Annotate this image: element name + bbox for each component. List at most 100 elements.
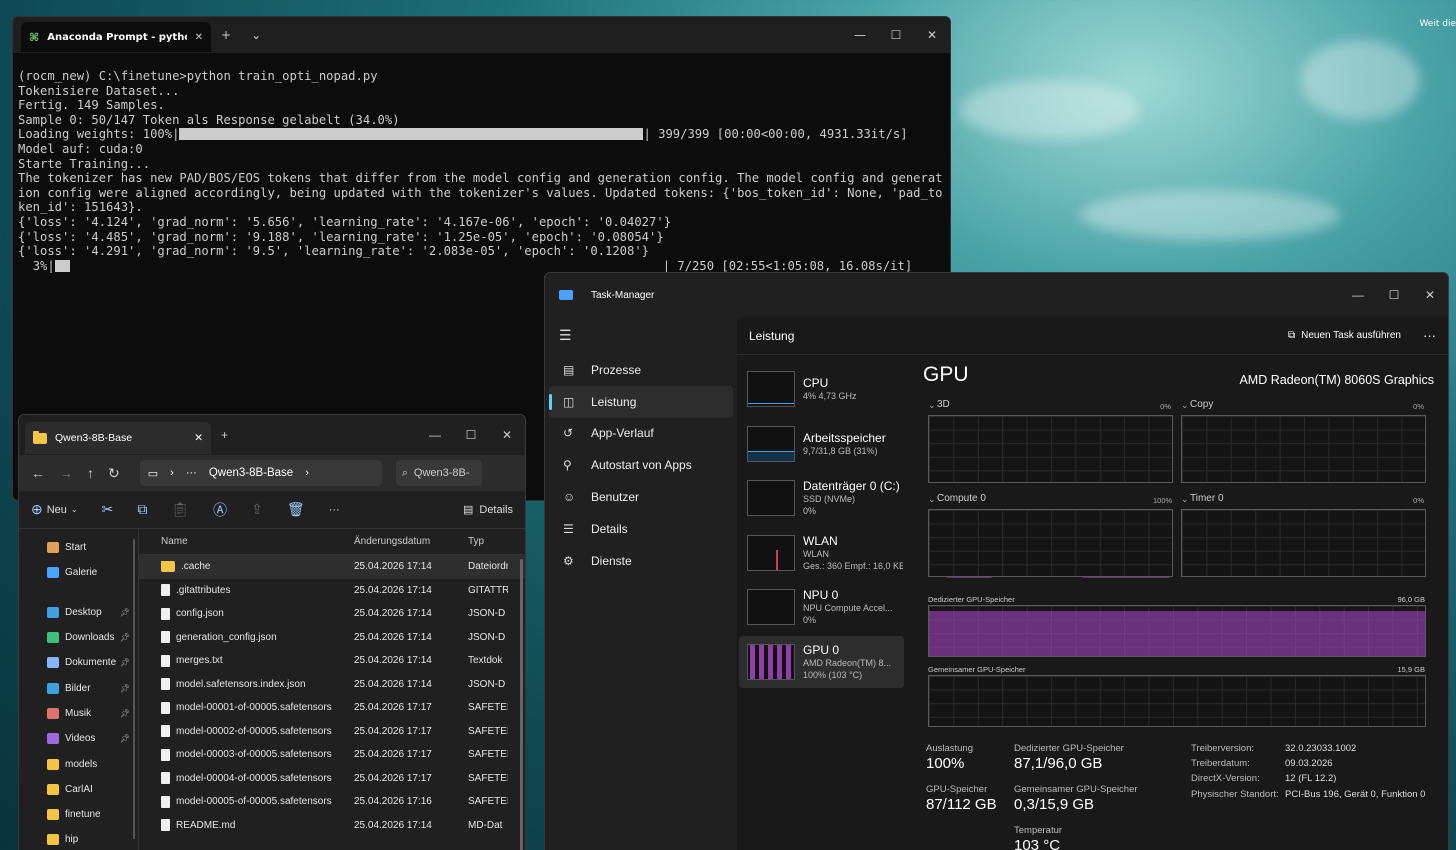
navigation-pane[interactable]: Start Galerie Desktop 📌︎ Downloads 📌︎ Dokument… <box>19 529 139 850</box>
file-row[interactable]: .gitattributes 25.04.2026 17:14 GITATTR <box>139 579 525 603</box>
minimize-button[interactable]: — <box>417 415 453 455</box>
file-row[interactable]: generation_config.json 25.04.2026 17:14 JS… <box>139 626 525 650</box>
engine-dropdown-icon[interactable]: ⌄ <box>1181 400 1189 411</box>
close-button[interactable]: ✕ <box>489 415 525 455</box>
device-item[interactable]: WLAN WLAN Ges.: 360 Empf.: 16,0 KE <box>739 527 904 580</box>
column-name[interactable]: Name <box>139 536 354 547</box>
sidebar-item[interactable]: ↺ App-Verlauf <box>549 418 733 450</box>
device-item[interactable]: Datenträger 0 (C:) SSD (NVMe) 0% <box>739 472 904 525</box>
nav-item[interactable]: Start <box>19 535 138 560</box>
pin-icon[interactable]: 📌︎ <box>120 709 130 718</box>
sidebar-item[interactable]: ☺ Benutzer <box>549 481 733 513</box>
more-options-icon[interactable]: ··· <box>329 504 340 516</box>
copy-icon[interactable]: ⧉ <box>137 501 147 518</box>
explorer-tab[interactable]: Qwen3-8B-Base ✕ <box>25 422 211 454</box>
paste-icon[interactable]: 📋︎ <box>171 501 189 518</box>
delete-icon[interactable]: 🗑︎ <box>287 501 305 518</box>
ellipsis-icon[interactable]: ··· <box>186 467 197 479</box>
terminal-tab[interactable]: ⌘ Anaconda Prompt - python t ✕ <box>21 22 211 52</box>
new-button[interactable]: ⊕ Neu ⌄ <box>31 501 78 518</box>
device-item[interactable]: CPU 4% 4,73 GHz <box>739 363 904 416</box>
nav-scrollbar[interactable] <box>133 539 135 839</box>
chevron-right-icon[interactable]: › <box>305 467 309 479</box>
file-row[interactable]: model-00004-of-00005.safetensors 25.04.20… <box>139 767 525 791</box>
engine-dropdown-icon[interactable]: ⌄ <box>1181 494 1189 505</box>
minimize-button[interactable]: — <box>1340 273 1376 317</box>
nav-item[interactable]: Galerie <box>19 560 138 585</box>
sidebar-item[interactable]: ▤ Prozesse <box>549 354 733 386</box>
up-icon[interactable]: ↑ <box>87 465 94 481</box>
nav-item[interactable]: hip <box>19 827 138 850</box>
new-tab-button[interactable]: + <box>211 28 241 42</box>
file-row[interactable]: README.md 25.04.2026 17:14 MD-Dat <box>139 814 525 838</box>
device-item[interactable]: NPU 0 NPU Compute Accel... 0% <box>739 581 904 634</box>
engine-label[interactable]: Compute 0 <box>937 493 986 504</box>
maximize-button[interactable]: ☐ <box>453 415 489 455</box>
chevron-down-icon[interactable]: ⌄ <box>241 28 271 42</box>
file-row[interactable]: model-00003-of-00005.safetensors 25.04.20… <box>139 743 525 767</box>
sidebar-item[interactable]: ⚙ Dienste <box>549 545 733 577</box>
sidebar-item[interactable]: ◫ Leistung <box>549 385 733 418</box>
device-detail: Ges.: 360 Empf.: 16,0 KE <box>803 560 903 571</box>
pin-icon[interactable]: 📌︎ <box>120 734 130 743</box>
column-type[interactable]: Typ <box>468 536 508 547</box>
hamburger-menu-icon[interactable]: ☰ <box>545 317 737 354</box>
engine-label[interactable]: Timer 0 <box>1190 493 1224 504</box>
close-icon[interactable]: ✕ <box>194 432 203 444</box>
nav-item[interactable]: Dokumente 📌︎ <box>19 650 138 675</box>
pin-icon[interactable]: 📌︎ <box>120 633 130 642</box>
file-row[interactable]: model-00002-of-00005.safetensors 25.04.20… <box>139 720 525 744</box>
task-manager-window[interactable]: Task-Manager — ☐ ✕ ☰ ▤ Prozesse ◫ Leistung ↺… <box>544 272 1449 850</box>
nav-item[interactable]: Musik 📌︎ <box>19 701 138 726</box>
pin-icon[interactable]: 📌︎ <box>120 684 130 693</box>
device-item[interactable]: Arbeitsspeicher 9,7/31,8 GB (31%) <box>739 418 904 471</box>
maximize-button[interactable]: ☐ <box>1376 273 1412 317</box>
nav-item[interactable]: Videos 📌︎ <box>19 726 138 751</box>
file-row[interactable]: .cache 25.04.2026 17:14 Dateiordner <box>139 555 525 579</box>
file-list[interactable]: Name Änderungsdatum Typ .cache 25.04.2026… <box>139 529 525 850</box>
engine-label[interactable]: 3D <box>937 399 950 410</box>
nav-item[interactable]: Desktop 📌︎ <box>19 600 138 625</box>
refresh-icon[interactable]: ↻ <box>108 465 120 482</box>
back-icon[interactable]: ← <box>31 465 45 481</box>
cut-icon[interactable]: ✂ <box>102 501 114 518</box>
file-row[interactable]: model-00001-of-00005.safetensors 25.04.20… <box>139 696 525 720</box>
close-icon[interactable]: ✕ <box>195 32 203 43</box>
nav-item[interactable]: Downloads 📌︎ <box>19 625 138 650</box>
engine-dropdown-icon[interactable]: ⌄ <box>928 494 936 505</box>
address-bar[interactable]: ▭ › ··· Qwen3-8B-Base › <box>139 460 382 486</box>
column-date[interactable]: Änderungsdatum <box>354 536 468 547</box>
nav-item[interactable]: models <box>19 751 138 776</box>
pin-icon[interactable]: 📌︎ <box>120 658 130 667</box>
forward-icon[interactable]: → <box>59 465 73 481</box>
close-button[interactable]: ✕ <box>1412 273 1448 317</box>
new-tab-button[interactable]: + <box>211 428 238 442</box>
terminal-output[interactable]: (rocm_new) C:\finetune>python train_opti… <box>13 53 950 273</box>
close-button[interactable]: ✕ <box>914 17 950 53</box>
rename-icon[interactable]: Ⓐ <box>213 500 227 520</box>
share-icon[interactable]: ⇪ <box>251 501 263 518</box>
device-item[interactable]: GPU 0 AMD Radeon(TM) 8... 100% (103 °C) <box>739 635 904 688</box>
sidebar-item[interactable]: ☰ Details <box>549 513 733 545</box>
nav-folder-icon <box>47 682 59 694</box>
nav-item[interactable]: finetune <box>19 802 138 827</box>
nav-item[interactable]: Bilder 📌︎ <box>19 675 138 700</box>
file-row[interactable]: merges.txt 25.04.2026 17:14 Textdok <box>139 649 525 673</box>
file-row[interactable]: model.safetensors.index.json 25.04.2026 1… <box>139 673 525 697</box>
file-row[interactable]: model-00005-of-00005.safetensors 25.04.20… <box>139 790 525 814</box>
search-input[interactable]: ⌕ Qwen3-8B- <box>395 460 482 486</box>
maximize-button[interactable]: ☐ <box>878 17 914 53</box>
breadcrumb[interactable]: Qwen3-8B-Base <box>209 467 293 479</box>
pin-icon[interactable]: 📌︎ <box>120 608 130 617</box>
file-row[interactable]: config.json 25.04.2026 17:14 JSON-D <box>139 602 525 626</box>
engine-label[interactable]: Copy <box>1190 399 1213 410</box>
scrollbar[interactable] <box>520 559 523 850</box>
minimize-button[interactable]: — <box>842 17 878 53</box>
file-explorer-window[interactable]: Qwen3-8B-Base ✕ + — ☐ ✕ ← → ↑ ↻ ▭ › ··· … <box>18 414 526 850</box>
details-button[interactable]: ▤ Details <box>463 503 513 517</box>
sidebar-item[interactable]: ⚲ Autostart von Apps <box>549 449 733 481</box>
nav-item[interactable]: CarlAI <box>19 777 138 802</box>
more-options-icon[interactable]: ··· <box>1423 328 1436 343</box>
new-task-button[interactable]: ⧉ Neuen Task ausführen <box>1288 330 1401 341</box>
engine-dropdown-icon[interactable]: ⌄ <box>928 400 936 411</box>
